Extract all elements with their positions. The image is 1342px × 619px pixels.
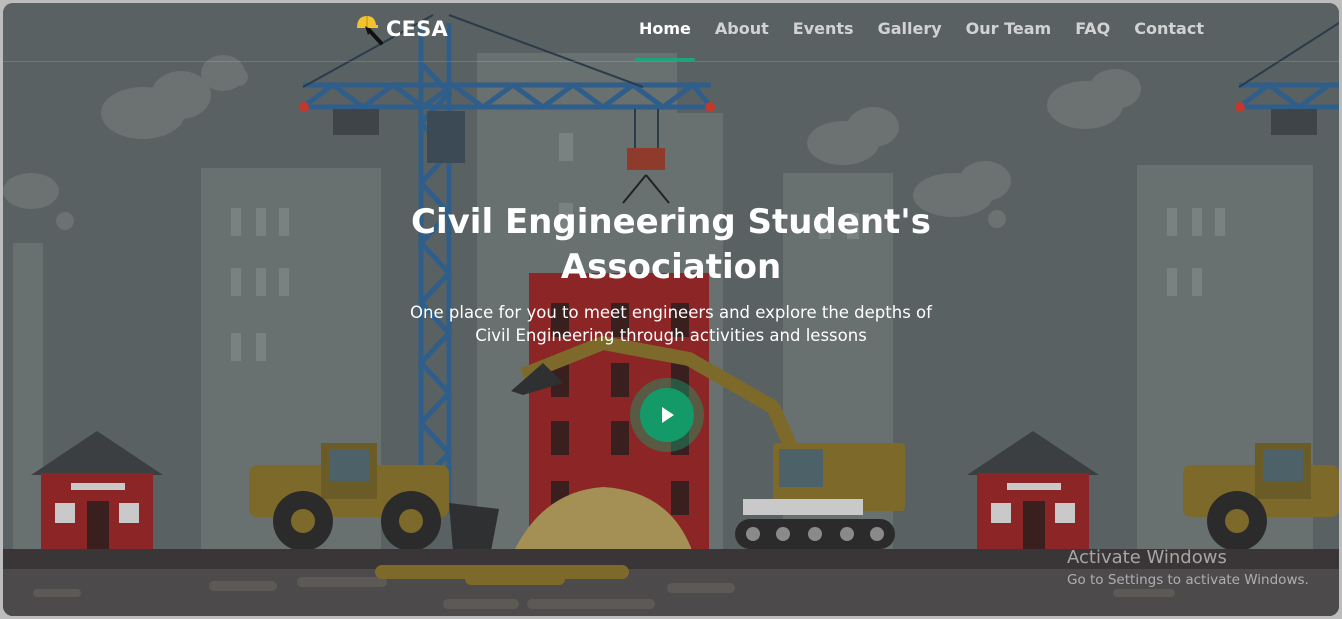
watermark-subtitle: Go to Settings to activate Windows. bbox=[1067, 572, 1309, 588]
nav-faq-link[interactable]: FAQ bbox=[1063, 18, 1122, 40]
brand-name: CESA bbox=[386, 17, 448, 41]
play-video-ring bbox=[630, 378, 704, 452]
browser-viewport: CESA Home About Events Gallery Our Team … bbox=[3, 3, 1339, 616]
nav-about-link[interactable]: About bbox=[703, 18, 781, 40]
nav-gallery-link[interactable]: Gallery bbox=[866, 18, 954, 40]
hero-subtitle: One place for you to meet engineers and … bbox=[3, 301, 1339, 347]
brand-logo[interactable]: CESA bbox=[355, 12, 448, 46]
nav-contact-link[interactable]: Contact bbox=[1122, 18, 1216, 40]
hero-title-line2: Association bbox=[560, 247, 782, 287]
main-menu: Home About Events Gallery Our Team FAQ C… bbox=[627, 18, 1216, 61]
hero-subtitle-line1: One place for you to meet engineers and … bbox=[410, 303, 932, 322]
nav-home-link[interactable]: Home bbox=[627, 18, 703, 61]
play-icon bbox=[662, 407, 674, 423]
nav-events-link[interactable]: Events bbox=[781, 18, 866, 40]
windows-activation-watermark: Activate Windows Go to Settings to activ… bbox=[1067, 546, 1309, 590]
play-video-button[interactable] bbox=[640, 388, 694, 442]
hero-title-line1: Civil Engineering Student's bbox=[411, 202, 931, 242]
nav-our-team-link[interactable]: Our Team bbox=[954, 18, 1064, 40]
hardhat-wrench-icon bbox=[355, 12, 385, 46]
hero-title: Civil Engineering Student's Association bbox=[3, 200, 1339, 290]
hero-subtitle-line2: Civil Engineering through activities and… bbox=[475, 326, 867, 345]
top-navbar: CESA Home About Events Gallery Our Team … bbox=[3, 3, 1339, 62]
watermark-title: Activate Windows bbox=[1067, 547, 1227, 568]
